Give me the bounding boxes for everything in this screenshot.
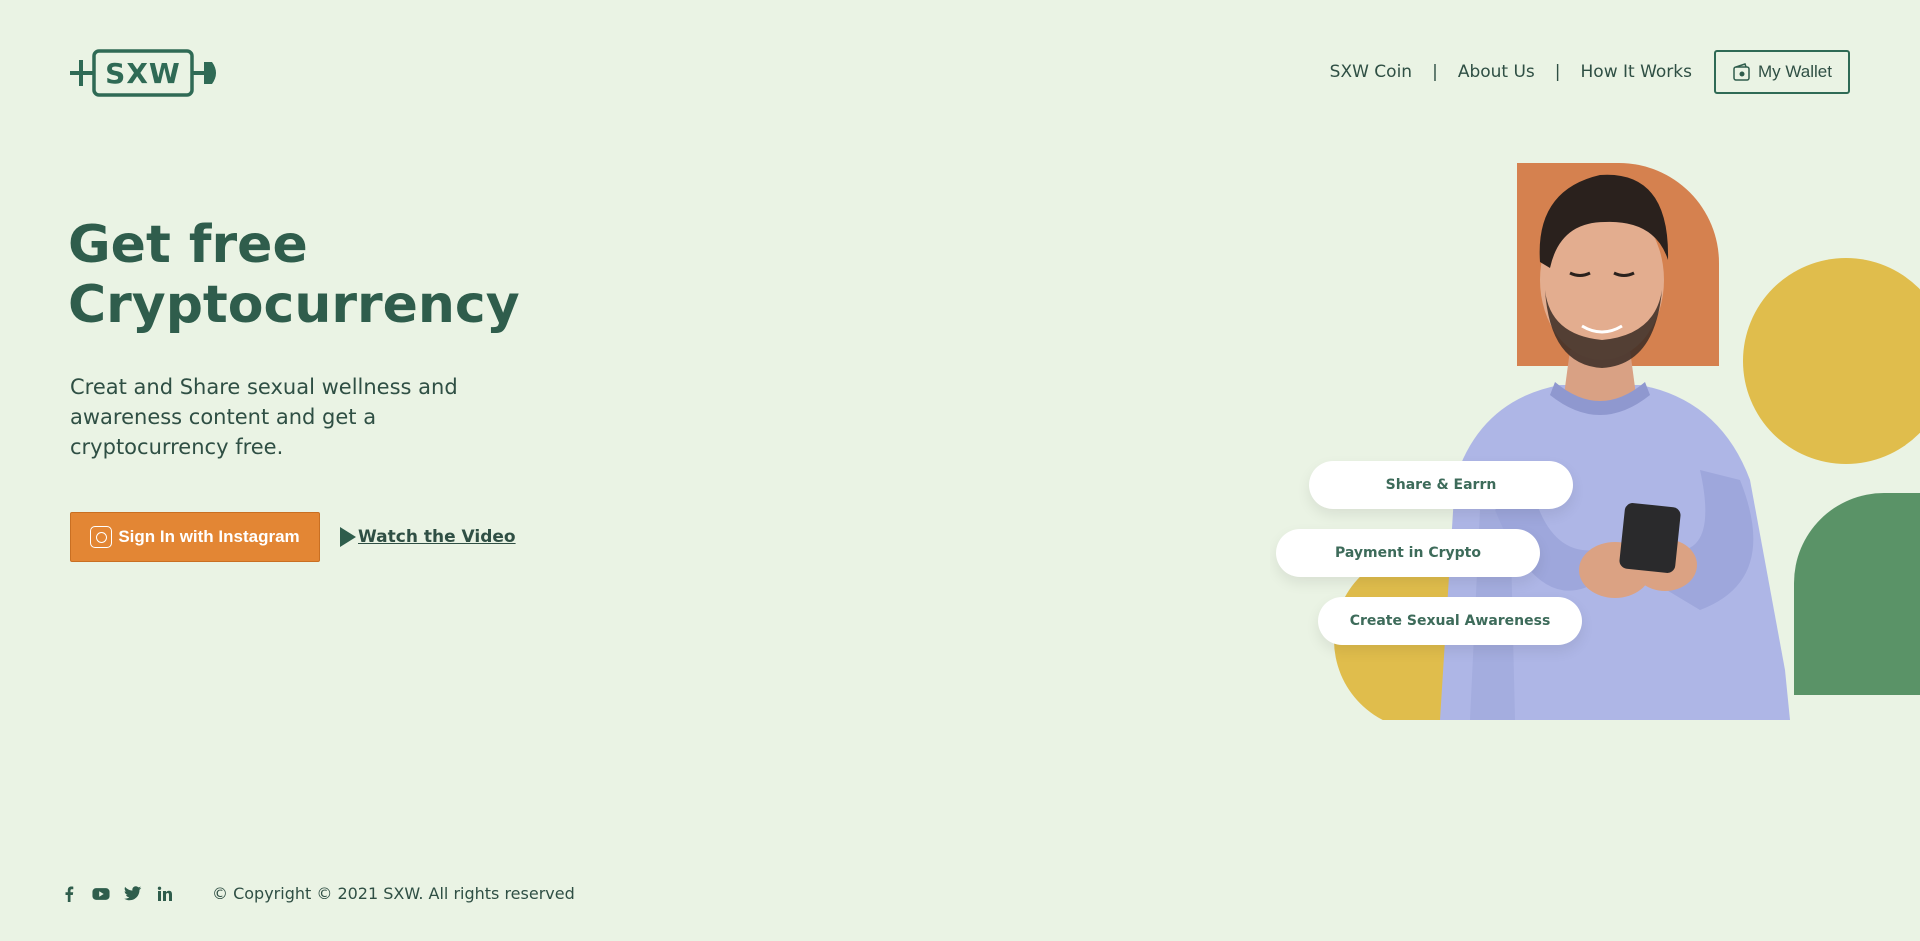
nav-how-it-works[interactable]: How It Works bbox=[1581, 62, 1692, 82]
wallet-icon bbox=[1733, 63, 1750, 81]
green-arch-shape bbox=[1794, 493, 1920, 695]
nav-separator: | bbox=[1554, 62, 1561, 82]
watch-video-link[interactable]: Watch the Video bbox=[340, 527, 516, 547]
my-wallet-button[interactable]: My Wallet bbox=[1714, 50, 1850, 94]
sxw-logo[interactable]: SXW bbox=[68, 48, 222, 98]
nav-about-us[interactable]: About Us bbox=[1458, 62, 1535, 82]
my-wallet-label: My Wallet bbox=[1758, 62, 1832, 81]
instagram-icon bbox=[90, 526, 113, 548]
play-icon bbox=[340, 527, 356, 547]
sign-in-instagram-label: Sign In with Instagram bbox=[118, 527, 300, 546]
payment-crypto-pill[interactable]: Payment in Crypto bbox=[1276, 529, 1540, 577]
hero-illustration: Share & Earrn Payment in Crypto Create S… bbox=[1270, 150, 1920, 720]
nav-separator: | bbox=[1432, 62, 1438, 82]
hero-subtitle: Creat and Share sexual wellness and awar… bbox=[70, 375, 458, 459]
logo-text: SXW bbox=[105, 56, 181, 90]
hero-title: Get free Cryptocurrency bbox=[68, 215, 588, 335]
landing-page: SXW SXW Coin | About Us | How It Works M… bbox=[0, 0, 1920, 941]
share-earn-pill[interactable]: Share & Earrn bbox=[1309, 461, 1573, 509]
hero-title-line2: Cryptocurrency bbox=[68, 275, 520, 335]
copyright-text: © Copyright © 2021 SXW. All rights reser… bbox=[212, 884, 575, 903]
watch-video-label: Watch the Video bbox=[358, 527, 516, 547]
main-nav: SXW Coin | About Us | How It Works My Wa… bbox=[1330, 50, 1850, 94]
facebook-icon[interactable] bbox=[60, 885, 78, 903]
linkedin-icon[interactable] bbox=[156, 885, 174, 903]
nav-sxw-coin[interactable]: SXW Coin bbox=[1330, 62, 1412, 82]
sign-in-instagram-button[interactable]: Sign In with Instagram bbox=[70, 512, 320, 562]
youtube-icon[interactable] bbox=[92, 885, 110, 903]
cta-row: Sign In with Instagram Watch the Video bbox=[70, 512, 516, 562]
twitter-icon[interactable] bbox=[124, 885, 142, 903]
footer: © Copyright © 2021 SXW. All rights reser… bbox=[60, 884, 575, 903]
hero-title-line1: Get free bbox=[68, 215, 308, 275]
social-links bbox=[60, 885, 174, 903]
create-sexual-awareness-pill[interactable]: Create Sexual Awareness bbox=[1318, 597, 1582, 645]
